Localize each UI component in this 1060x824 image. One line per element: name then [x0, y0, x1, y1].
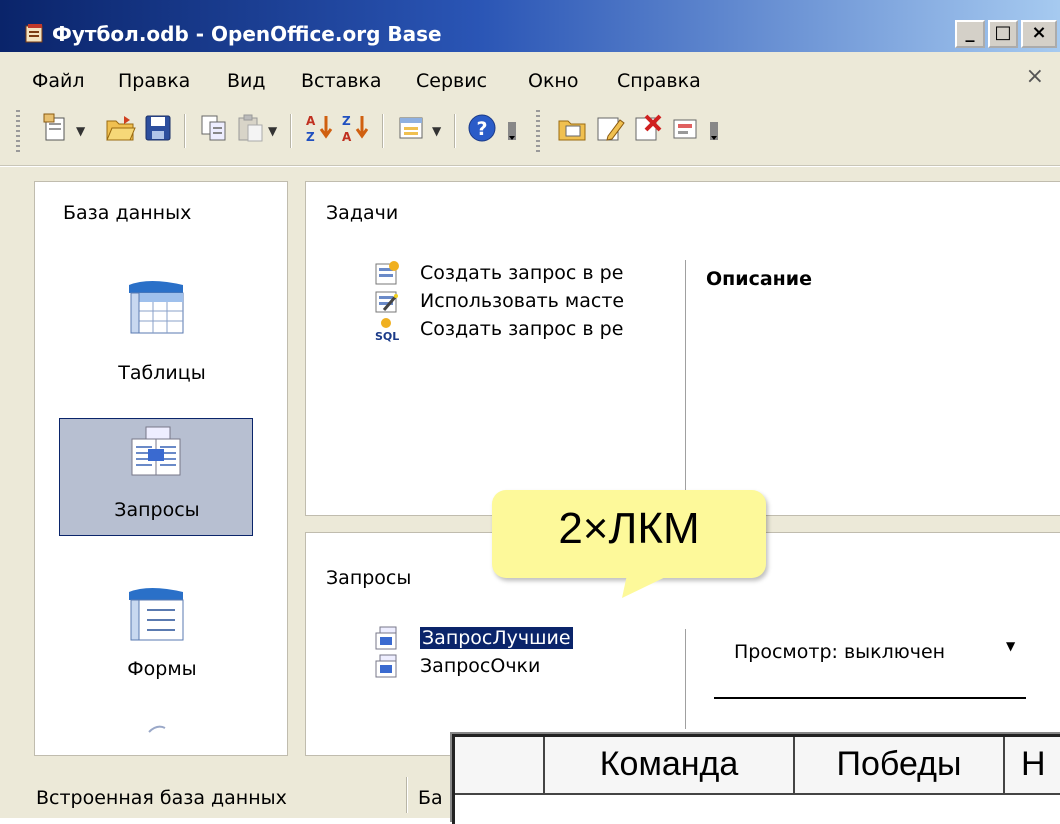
query-icon: [375, 654, 397, 678]
menu-insert[interactable]: Вставка: [301, 70, 382, 92]
category-tables-label: Таблицы: [118, 362, 206, 384]
maximize-button[interactable]: □: [988, 20, 1018, 48]
menu-view[interactable]: Вид: [227, 70, 266, 92]
chevron-down-icon: ▼: [1006, 639, 1016, 653]
menu-window[interactable]: Окно: [528, 70, 578, 92]
database-panel: База данных Таблицы Запросы Формы: [34, 181, 288, 756]
category-forms-label: Формы: [127, 658, 197, 680]
queries-title: Запросы: [326, 567, 412, 589]
window-title: Футбол.odb - OpenOffice.org Base: [52, 22, 442, 46]
delete-object-icon[interactable]: [632, 112, 664, 144]
callout-text: 2×ЛКМ: [558, 504, 700, 553]
task-label: Использовать масте: [420, 290, 625, 312]
design-query-icon: [375, 261, 399, 285]
svg-text:Z: Z: [306, 130, 315, 144]
svg-text:SQL: SQL: [375, 330, 399, 342]
toolbar-grip[interactable]: [536, 110, 540, 154]
svg-text:A: A: [342, 130, 352, 144]
standard-toolbar: ▼ ▼ A Z Z A ▼ ?: [0, 100, 1060, 166]
reports-icon[interactable]: [145, 722, 171, 734]
close-button[interactable]: ×: [1021, 20, 1057, 48]
queries-divider: [685, 629, 686, 729]
query-icon: [375, 626, 397, 650]
toolbar-grip[interactable]: [16, 110, 20, 154]
double-click-callout: 2×ЛКМ: [492, 490, 766, 578]
preview-underline: [714, 697, 1026, 699]
tasks-panel: Задачи Создать запрос в ре Использовать …: [305, 181, 1060, 516]
toolbar-separator: [382, 114, 384, 148]
open-object-icon[interactable]: [556, 112, 588, 144]
menu-bar: Файл Правка Вид Вставка Сервис Окно Спра…: [0, 52, 1060, 100]
category-queries[interactable]: Запросы: [59, 418, 253, 536]
base-app-icon: [25, 24, 43, 43]
sql-icon: SQL: [375, 318, 399, 342]
form-dropdown-arrow-icon[interactable]: ▼: [432, 124, 441, 138]
open-folder-icon[interactable]: [104, 112, 136, 144]
close-document-icon[interactable]: ×: [1026, 64, 1044, 89]
toolbar-separator: [184, 114, 186, 148]
new-document-icon[interactable]: [40, 112, 72, 144]
toolbar-overflow-icon[interactable]: [506, 112, 520, 144]
task-label: Создать запрос в ре: [420, 262, 624, 284]
column-header[interactable]: Команда: [545, 737, 795, 795]
sort-ascending-icon[interactable]: A Z: [304, 112, 336, 144]
paste-icon[interactable]: [234, 112, 266, 144]
rename-object-icon[interactable]: [670, 112, 702, 144]
minimize-button[interactable]: _: [955, 20, 985, 48]
tasks-title: Задачи: [326, 202, 399, 224]
toolbar-separator: [290, 114, 292, 148]
paste-dropdown-arrow-icon[interactable]: ▼: [268, 124, 277, 138]
svg-text:Z: Z: [342, 114, 351, 128]
help-icon[interactable]: ?: [466, 112, 498, 144]
query-label: ЗапросЛучшие: [420, 627, 573, 649]
status-separator: [406, 777, 408, 813]
sort-descending-icon[interactable]: Z A: [340, 112, 372, 144]
menu-help[interactable]: Справка: [617, 70, 701, 92]
toolbar-overflow-icon[interactable]: [708, 112, 722, 144]
menu-tools[interactable]: Сервис: [416, 70, 487, 92]
query-label: ЗапросОчки: [420, 655, 541, 677]
wizard-icon: [375, 291, 398, 313]
toolbar-separator: [454, 114, 456, 148]
column-header[interactable]: Н: [1005, 737, 1060, 795]
menu-edit[interactable]: Правка: [118, 70, 190, 92]
title-bar: Футбол.odb - OpenOffice.org Base _ □ ×: [0, 0, 1060, 52]
form-icon[interactable]: [396, 112, 428, 144]
column-header[interactable]: Победы: [795, 737, 1005, 795]
row-header-corner: [455, 737, 545, 795]
svg-text:?: ?: [476, 118, 487, 140]
queries-icon: [131, 426, 181, 476]
query-result-table: Команда Победы Н: [452, 734, 1060, 824]
tables-icon: [129, 281, 184, 334]
database-panel-title: База данных: [63, 202, 192, 224]
tasks-divider: [685, 260, 686, 500]
svg-text:A: A: [306, 114, 316, 128]
task-label: Создать запрос в ре: [420, 318, 624, 340]
menu-file[interactable]: Файл: [32, 70, 85, 92]
callout-tail: [622, 570, 680, 598]
edit-object-icon[interactable]: [594, 112, 626, 144]
forms-icon: [129, 588, 184, 641]
copy-icon[interactable]: [198, 112, 230, 144]
category-queries-label: Запросы: [114, 499, 200, 521]
preview-label: Просмотр: выключен: [734, 641, 946, 663]
new-dropdown-arrow-icon[interactable]: ▼: [76, 124, 85, 138]
status-database-type: Встроенная база данных: [36, 787, 287, 809]
status-database-name: Ба: [418, 787, 443, 809]
description-title: Описание: [706, 268, 813, 290]
save-icon[interactable]: [142, 112, 174, 144]
